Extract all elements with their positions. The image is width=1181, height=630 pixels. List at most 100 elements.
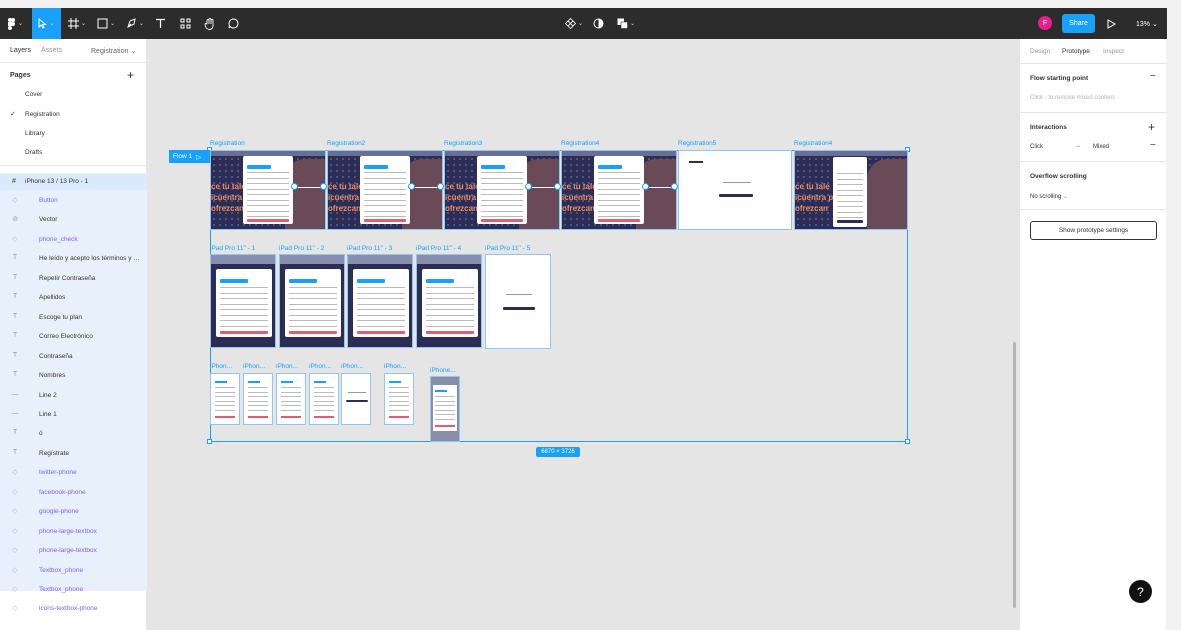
frame-label[interactable]: Registration2 bbox=[327, 140, 365, 147]
frame-label[interactable]: iPad Pro 11" - 5 bbox=[485, 245, 530, 252]
comment-tool-button[interactable] bbox=[224, 8, 242, 39]
zoom-dropdown[interactable]: 13% ⌄ bbox=[1136, 20, 1158, 28]
layer-item[interactable]: Apellidos bbox=[39, 294, 143, 301]
frame-label[interactable]: Registration bbox=[210, 140, 245, 147]
minus-icon[interactable]: − bbox=[1150, 71, 1156, 82]
tab-prototype[interactable]: Prototype bbox=[1062, 48, 1090, 55]
layer-item[interactable]: He leído y acepto los términos y condici… bbox=[39, 255, 143, 262]
layer-item[interactable]: Textbox_phone bbox=[39, 567, 143, 574]
frame-label[interactable]: iPhon... bbox=[309, 363, 331, 370]
overflow-dropdown[interactable]: No scrolling ⌄ bbox=[1030, 193, 1068, 200]
page-item-registration[interactable]: Registration bbox=[25, 111, 60, 118]
phone-frame[interactable] bbox=[243, 373, 273, 425]
page-item-drafts[interactable]: Drafts bbox=[25, 149, 42, 156]
page-item-cover[interactable]: Cover bbox=[25, 91, 42, 98]
tablet-frame-confirmation[interactable] bbox=[485, 254, 551, 349]
tab-inspect[interactable]: Inspect bbox=[1103, 48, 1124, 55]
page-switcher[interactable]: Registration ⌄ bbox=[91, 47, 136, 55]
phone-frame[interactable] bbox=[276, 373, 306, 425]
mask-button[interactable] bbox=[590, 8, 606, 39]
desktop-frame[interactable]: ce tu tale icuentra p ofrezcan bbox=[210, 150, 326, 230]
layer-item[interactable]: Repetir Contraseña bbox=[39, 275, 143, 282]
tablet-frame[interactable] bbox=[416, 254, 482, 348]
add-interaction-icon[interactable]: + bbox=[1148, 120, 1155, 134]
frame-label[interactable]: iPhon... bbox=[210, 363, 232, 370]
avatar[interactable]: F bbox=[1038, 16, 1052, 30]
prototype-connection-node[interactable] bbox=[320, 183, 327, 190]
desktop-frame[interactable]: ce tu tale icuentra p ofrezcan bbox=[561, 150, 677, 230]
layer-item[interactable]: google-phone bbox=[39, 508, 143, 515]
layer-item[interactable]: Line 1 bbox=[39, 411, 143, 418]
frame-label[interactable]: iPad Pro 11" - 1 bbox=[210, 245, 255, 252]
boolean-menu-button[interactable]: ⌄ bbox=[614, 8, 638, 39]
present-button[interactable] bbox=[1103, 8, 1119, 39]
prototype-connection-node[interactable] bbox=[525, 183, 532, 190]
add-page-icon[interactable]: + bbox=[127, 68, 134, 82]
layer-item[interactable]: Button bbox=[39, 197, 143, 204]
desktop-frame[interactable]: ce tu tale icuentra p ofrezcan bbox=[444, 150, 560, 230]
frame-label[interactable]: iPhone... bbox=[430, 367, 456, 374]
frame-label[interactable]: iPad Pro 11" - 4 bbox=[416, 245, 461, 252]
layer-item[interactable]: Regístrate bbox=[39, 450, 143, 457]
layer-root-frame[interactable]: # iPhone 13 / 13 Pro - 1 bbox=[0, 174, 147, 190]
layer-item[interactable]: Line 2 bbox=[39, 392, 143, 399]
prototype-connection-node[interactable] bbox=[437, 183, 444, 190]
hand-tool-button[interactable] bbox=[200, 8, 218, 39]
frame-tool-button[interactable]: ⌄ bbox=[64, 8, 90, 39]
text-tool-button[interactable] bbox=[151, 8, 169, 39]
desktop-frame[interactable]: ce tu tale icuentra p ofrezcan bbox=[327, 150, 443, 230]
phone-frame[interactable] bbox=[384, 373, 414, 425]
desktop-frame-confirmation[interactable] bbox=[678, 150, 792, 230]
layer-item[interactable]: ó bbox=[39, 430, 143, 437]
desktop-frame[interactable]: ce tu tale icuentra p ofrezcan bbox=[794, 150, 908, 230]
page-item-library[interactable]: Library bbox=[25, 130, 45, 137]
layer-item[interactable]: phone_check bbox=[39, 236, 143, 243]
layer-item[interactable]: Nombres bbox=[39, 372, 143, 379]
tablet-frame[interactable] bbox=[210, 254, 276, 348]
interaction-value[interactable]: Mixed bbox=[1093, 144, 1109, 150]
layer-item[interactable]: Vector bbox=[39, 216, 143, 223]
layer-item[interactable]: phone-large-textbox bbox=[39, 528, 143, 535]
layer-item[interactable]: phone-large-textbox bbox=[39, 547, 143, 554]
frame-label[interactable]: iPhon... bbox=[341, 363, 363, 370]
flow-start-badge[interactable]: Flow 1 ▷ bbox=[169, 150, 210, 163]
tablet-frame[interactable] bbox=[279, 254, 345, 348]
phone-frame[interactable] bbox=[430, 376, 460, 442]
move-tool-button[interactable]: ⌄ bbox=[32, 8, 61, 39]
frame-label[interactable]: Registration4 bbox=[561, 140, 599, 147]
phone-frame[interactable] bbox=[309, 373, 339, 425]
frame-label[interactable]: Registration4 bbox=[794, 140, 832, 147]
prototype-connection-node[interactable] bbox=[408, 183, 415, 190]
frame-label[interactable]: iPhon... bbox=[276, 363, 298, 370]
pen-tool-button[interactable]: ⌄ bbox=[122, 8, 148, 39]
layer-item[interactable]: Textbox_phone bbox=[39, 586, 143, 593]
resize-handle[interactable] bbox=[207, 439, 212, 444]
help-button[interactable]: ? bbox=[1129, 580, 1152, 603]
prototype-connection-node[interactable] bbox=[291, 183, 298, 190]
tab-design[interactable]: Design bbox=[1030, 48, 1050, 55]
component-menu-button[interactable]: ⌄ bbox=[562, 8, 586, 39]
layer-item[interactable]: Contraseña bbox=[39, 353, 143, 360]
layer-item[interactable]: Correo Electrónico bbox=[39, 333, 143, 340]
layer-item[interactable]: Escoge tu plan bbox=[39, 314, 143, 321]
canvas-scrollbar[interactable] bbox=[1013, 342, 1016, 608]
frame-label[interactable]: iPad Pro 11" - 3 bbox=[347, 245, 392, 252]
prototype-settings-button[interactable]: Show prototype settings bbox=[1030, 221, 1157, 240]
layer-item[interactable]: twitter-phone bbox=[39, 469, 143, 476]
main-menu-button[interactable]: ⌄ bbox=[2, 8, 28, 39]
remove-interaction-icon[interactable]: − bbox=[1150, 140, 1156, 151]
share-button[interactable]: Share bbox=[1062, 14, 1095, 33]
layer-item[interactable]: facebook-phone bbox=[39, 489, 143, 496]
prototype-connection-node[interactable] bbox=[642, 183, 649, 190]
frame-label[interactable]: Registration5 bbox=[678, 140, 716, 147]
tab-assets[interactable]: Assets bbox=[41, 47, 62, 54]
resources-tool-button[interactable] bbox=[176, 8, 194, 39]
frame-label[interactable]: iPhon... bbox=[384, 363, 406, 370]
interaction-trigger[interactable]: Click bbox=[1030, 144, 1043, 150]
frame-label[interactable]: iPad Pro 11" - 2 bbox=[279, 245, 324, 252]
shape-tool-button[interactable]: ⌄ bbox=[93, 8, 119, 39]
frame-label[interactable]: iPhon... bbox=[243, 363, 265, 370]
phone-frame[interactable] bbox=[341, 373, 371, 425]
frame-label[interactable]: Registration3 bbox=[444, 140, 482, 147]
phone-frame[interactable] bbox=[210, 373, 240, 425]
